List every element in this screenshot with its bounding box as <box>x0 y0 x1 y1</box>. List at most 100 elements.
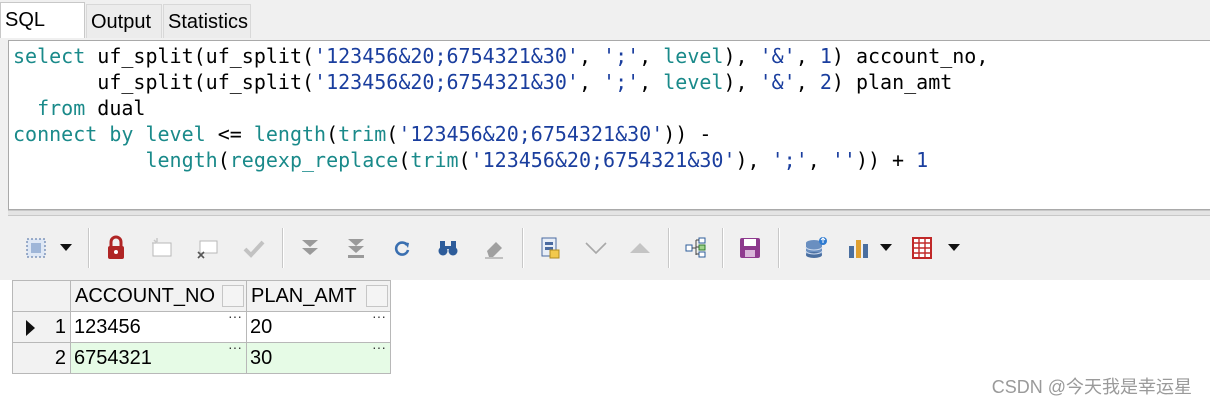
bar-chart-icon[interactable] <box>842 232 874 264</box>
code-string: '' <box>831 148 856 172</box>
code-token: <= <box>205 122 254 146</box>
code-keyword: from <box>37 96 86 120</box>
code-token: , <box>639 44 664 68</box>
toolbar-separator <box>778 228 780 268</box>
column-filter-button[interactable] <box>366 285 388 307</box>
grid-dropdown-icon[interactable] <box>948 244 960 251</box>
toolbar-separator <box>668 228 670 268</box>
cell-plan-amt[interactable]: 30 ··· <box>246 339 391 374</box>
code-token: )) - <box>663 122 712 146</box>
select-mode-dropdown-icon[interactable] <box>60 244 72 251</box>
lock-icon[interactable] <box>100 232 132 264</box>
tab-statistics[interactable]: Statistics <box>163 4 251 38</box>
column-header-plan-amt[interactable]: PLAN_AMT <box>246 280 391 312</box>
code-string: ';' <box>603 70 640 94</box>
current-row-indicator-icon <box>26 320 35 336</box>
clear-eraser-icon[interactable] <box>478 232 510 264</box>
row-number: 1 <box>54 316 66 338</box>
find-binoculars-icon[interactable] <box>432 232 464 264</box>
code-token: )) + <box>855 148 917 172</box>
row-number: 2 <box>54 347 66 369</box>
code-token: ) account_no, <box>831 44 989 68</box>
code-string: '123456&20;6754321&30' <box>314 70 579 94</box>
row-header[interactable]: 1 <box>12 311 71 343</box>
cell-value: 20 <box>250 315 273 338</box>
cell-account-no[interactable]: 123456 ··· <box>70 308 247 343</box>
tab-output[interactable]: Output <box>86 4 162 38</box>
next-record-down-icon[interactable] <box>580 232 612 264</box>
cell-value: 30 <box>250 346 273 369</box>
cell-ellipsis-button[interactable]: ··· <box>372 339 386 355</box>
refresh-icon[interactable] <box>386 232 418 264</box>
insert-record-icon[interactable] <box>146 232 178 264</box>
code-token: select <box>13 44 86 68</box>
column-filter-button[interactable] <box>222 285 244 307</box>
code-string: '&' <box>759 44 796 68</box>
single-record-view-icon[interactable] <box>534 232 566 264</box>
result-toolbar <box>8 216 1210 280</box>
select-mode-icon[interactable] <box>20 232 52 264</box>
delete-record-icon[interactable] <box>192 232 224 264</box>
code-token: , <box>578 44 604 68</box>
code-token: ( <box>386 122 399 146</box>
toolbar-separator <box>88 228 90 268</box>
code-string: '123456&20;6754321&30' <box>398 122 664 146</box>
grid-header-row: ACCOUNT_NO PLAN_AMT <box>12 280 391 312</box>
chart-dropdown-icon[interactable] <box>880 244 892 251</box>
export-database-icon[interactable] <box>800 232 832 264</box>
table-row[interactable]: 1 123456 ··· 20 ··· <box>12 308 391 343</box>
code-token: ( <box>326 122 339 146</box>
code-keyword: regexp_replace <box>229 148 399 172</box>
code-string: ';' <box>771 148 808 172</box>
cell-ellipsis-button[interactable]: ··· <box>228 308 242 324</box>
previous-record-up-icon[interactable] <box>624 232 656 264</box>
row-header[interactable]: 2 <box>12 342 71 374</box>
code-keyword: length <box>253 122 327 146</box>
code-keyword: level <box>663 70 724 94</box>
fetch-last-icon[interactable] <box>340 232 372 264</box>
code-number: 2 <box>819 70 832 94</box>
cell-account-no[interactable]: 6754321 ··· <box>70 339 247 374</box>
query-by-example-tree-icon[interactable] <box>680 232 712 264</box>
code-token: dual <box>85 96 146 120</box>
cell-ellipsis-button[interactable]: ··· <box>372 308 386 324</box>
code-token: ), <box>723 70 760 94</box>
grid-table-icon[interactable] <box>906 232 938 264</box>
code-keyword: connect by level <box>13 122 206 146</box>
code-token: ( <box>458 148 471 172</box>
code-keyword: trim <box>338 122 387 146</box>
column-header-label: ACCOUNT_NO <box>75 284 216 307</box>
cell-plan-amt[interactable]: 20 ··· <box>246 308 391 343</box>
cell-ellipsis-button[interactable]: ··· <box>228 339 242 355</box>
code-string: ';' <box>603 44 640 68</box>
code-token: , <box>807 148 832 172</box>
code-token: ) plan_amt <box>831 70 953 94</box>
toolbar-separator <box>722 228 724 268</box>
code-number: 1 <box>916 148 929 172</box>
code-number: 1 <box>819 44 832 68</box>
code-token: , <box>795 70 820 94</box>
cell-value: 123456 <box>74 315 141 338</box>
post-changes-check-icon[interactable] <box>238 232 270 264</box>
code-token: ( <box>217 148 230 172</box>
code-string: '123456&20;6754321&30' <box>470 148 736 172</box>
code-keyword: length <box>145 148 218 172</box>
code-token: , <box>578 70 604 94</box>
sql-code: select uf_split(uf_split('123456&20;6754… <box>13 43 988 173</box>
table-row[interactable]: 2 6754321 ··· 30 ··· <box>12 339 391 374</box>
sql-editor[interactable]: select uf_split(uf_split('123456&20;6754… <box>8 40 1210 210</box>
code-string: '123456&20;6754321&30' <box>314 44 579 68</box>
tab-bar: SQL Output Statistics <box>0 0 1210 40</box>
fetch-next-icon[interactable] <box>294 232 326 264</box>
save-disk-icon[interactable] <box>734 232 766 264</box>
tab-sql[interactable]: SQL <box>0 2 85 38</box>
grid-corner[interactable] <box>12 280 71 312</box>
code-token: ( <box>398 148 411 172</box>
column-header-account-no[interactable]: ACCOUNT_NO <box>70 280 247 312</box>
code-token: ), <box>723 44 760 68</box>
toolbar-separator <box>522 228 524 268</box>
code-keyword: level <box>663 44 724 68</box>
code-token: , <box>639 70 664 94</box>
